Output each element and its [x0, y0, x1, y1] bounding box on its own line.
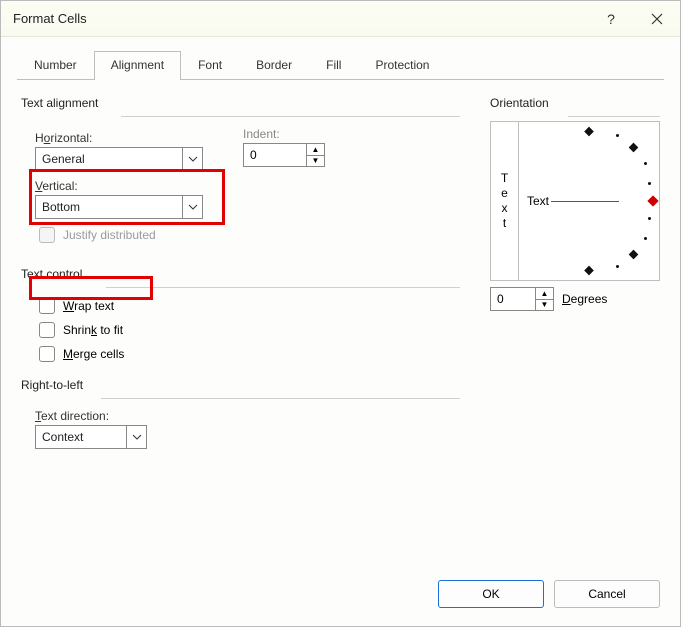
checkbox-icon: [39, 322, 55, 338]
label-degrees: Degrees: [562, 292, 607, 306]
orientation-vertical-text[interactable]: T e x t: [491, 122, 519, 280]
close-icon: [651, 13, 663, 25]
chevron-down-icon: [182, 148, 202, 170]
spinner-up-icon[interactable]: ▲: [307, 144, 324, 156]
group-text-alignment: Text alignment: [21, 96, 460, 110]
spinner-degrees[interactable]: 0 ▲ ▼: [490, 287, 554, 311]
chevron-down-icon: [182, 196, 202, 218]
close-button[interactable]: [634, 1, 680, 37]
orientation-dial[interactable]: Text: [519, 122, 659, 280]
spinner-up-icon[interactable]: ▲: [536, 288, 553, 300]
orientation-tick-icon: [584, 127, 594, 137]
tab-alignment[interactable]: Alignment: [94, 51, 181, 80]
footer: OK Cancel: [1, 570, 680, 626]
orientation-tick-dot: [644, 162, 647, 165]
checkbox-shrink-to-fit[interactable]: Shrink to fit: [39, 322, 460, 338]
spinner-indent-value: 0: [244, 144, 306, 166]
checkbox-justify-distributed: Justify distributed: [39, 227, 203, 243]
degrees-row: 0 ▲ ▼ Degrees: [490, 287, 660, 311]
tab-bar: Number Alignment Font Border Fill Protec…: [1, 37, 680, 79]
combo-horizontal[interactable]: General: [35, 147, 203, 171]
combo-horizontal-value: General: [36, 152, 182, 166]
checkbox-wrap-text[interactable]: Wrap text: [39, 298, 460, 314]
alignment-panel: Text alignment Horizontal: General Verti…: [1, 80, 680, 570]
orientation-tick-dot: [644, 237, 647, 240]
orientation-dial-handle[interactable]: [647, 195, 658, 206]
label-horizontal: Horizontal:: [35, 131, 203, 145]
spinner-down-icon[interactable]: ▼: [307, 156, 324, 167]
spinner-down-icon[interactable]: ▼: [536, 300, 553, 311]
orientation-tick-dot: [648, 217, 651, 220]
left-column: Text alignment Horizontal: General Verti…: [21, 94, 460, 570]
group-text-control: Text control: [21, 267, 460, 281]
orientation-tick-dot: [616, 134, 619, 137]
cancel-button[interactable]: Cancel: [554, 580, 660, 608]
format-cells-dialog: Format Cells ? Number Alignment Font Bor…: [0, 0, 681, 627]
checkbox-icon: [39, 298, 55, 314]
spinner-indent[interactable]: 0 ▲ ▼: [243, 143, 325, 167]
tab-number[interactable]: Number: [17, 51, 94, 80]
orientation-tick-icon: [629, 250, 639, 260]
orientation-tick-dot: [616, 265, 619, 268]
dialog-title: Format Cells: [13, 11, 588, 26]
combo-text-direction-value: Context: [36, 430, 126, 444]
chevron-down-icon: [126, 426, 146, 448]
titlebar: Format Cells ?: [1, 1, 680, 37]
orientation-tick-icon: [584, 266, 594, 276]
checkbox-icon: [39, 346, 55, 362]
tab-fill[interactable]: Fill: [309, 51, 358, 80]
label-indent: Indent:: [243, 127, 325, 141]
group-rtl: Right-to-left: [21, 378, 460, 392]
spinner-degrees-value: 0: [491, 288, 535, 310]
combo-vertical-value: Bottom: [36, 200, 182, 214]
orientation-dial-label: Text: [527, 194, 549, 208]
label-vertical: Vertical:: [35, 179, 203, 193]
help-button[interactable]: ?: [588, 1, 634, 37]
orientation-tick-dot: [648, 182, 651, 185]
orientation-control[interactable]: T e x t Text: [490, 121, 660, 281]
label-text-direction: Text direction:: [35, 409, 460, 423]
tab-border[interactable]: Border: [239, 51, 309, 80]
ok-button[interactable]: OK: [438, 580, 544, 608]
tab-protection[interactable]: Protection: [358, 51, 446, 80]
checkbox-merge-cells[interactable]: Merge cells: [39, 346, 460, 362]
orientation-tick-icon: [629, 143, 639, 153]
right-column: Orientation T e x t Text: [490, 94, 660, 570]
orientation-dial-line: [551, 201, 619, 202]
tab-font[interactable]: Font: [181, 51, 239, 80]
combo-vertical[interactable]: Bottom: [35, 195, 203, 219]
group-orientation: Orientation: [490, 96, 660, 110]
checkbox-icon: [39, 227, 55, 243]
combo-text-direction[interactable]: Context: [35, 425, 147, 449]
